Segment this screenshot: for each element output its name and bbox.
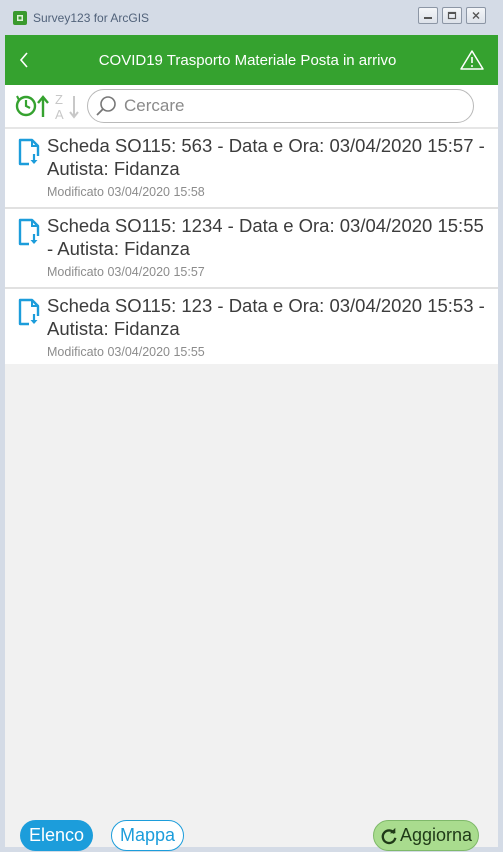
header-title: COVID19 Trasporto Materiale Posta in arr… [98,51,397,69]
window-title: Survey123 for ArcGIS [33,10,150,25]
app-window: Survey123 for ArcGIS COVID19 Trasporto M… [0,0,503,852]
list-item-title: Scheda SO115: 563 - Data e Ora: 03/04/20… [47,135,485,179]
sort-za-icon: Z A [55,92,79,121]
sort-alphabetical-button[interactable]: Z A [51,91,83,121]
list-item[interactable]: Scheda SO115: 123 - Data e Ora: 03/04/20… [5,289,498,369]
close-button[interactable] [466,7,486,24]
close-icon [472,12,480,19]
maximize-button[interactable] [442,7,462,24]
search-box[interactable] [87,89,474,123]
list-item[interactable]: Scheda SO115: 1234 - Data e Ora: 03/04/2… [5,209,498,289]
list-view-button[interactable]: Elenco [20,820,94,851]
inbox-document-icon [18,218,40,246]
list-item-title: Scheda SO115: 1234 - Data e Ora: 03/04/2… [47,215,484,259]
toolbar: Z A [5,85,498,127]
search-input[interactable] [124,96,454,116]
map-view-button[interactable]: Mappa [111,820,185,851]
list-empty-area [5,364,498,814]
warning-button[interactable] [446,35,498,85]
minimize-icon [424,16,432,19]
survey-list: Scheda SO115: 563 - Data e Ora: 03/04/20… [5,129,498,369]
warning-icon [460,50,484,70]
refresh-label: Aggiorna [400,825,473,845]
minimize-button[interactable] [418,7,438,24]
list-item[interactable]: Scheda SO115: 563 - Data e Ora: 03/04/20… [5,129,498,209]
window-controls [418,7,486,24]
list-item-modified: Modificato 03/04/2020 15:55 [47,345,205,359]
svg-text:Z: Z [55,92,63,107]
title-bar: Survey123 for ArcGIS [5,0,498,35]
bottom-bar: Elenco Mappa Aggiorna [5,814,498,851]
list-item-modified: Modificato 03/04/2020 15:57 [47,265,205,279]
refresh-button[interactable]: Aggiorna [373,820,480,851]
sort-by-time-button[interactable] [15,91,51,121]
list-item-modified: Modificato 03/04/2020 15:58 [47,185,205,199]
search-icon [88,89,124,123]
back-button[interactable] [5,35,43,85]
maximize-icon [447,11,457,20]
list-item-title: Scheda SO115: 123 - Data e Ora: 03/04/20… [47,295,485,339]
refresh-icon [381,827,397,844]
chevron-left-icon [19,52,28,68]
clock-sort-icon [15,95,49,117]
inbox-document-icon [18,298,40,326]
inbox-document-icon [18,138,40,166]
survey123-app-icon [13,10,27,25]
app-header: COVID19 Trasporto Materiale Posta in arr… [5,35,498,85]
svg-text:A: A [55,107,64,121]
